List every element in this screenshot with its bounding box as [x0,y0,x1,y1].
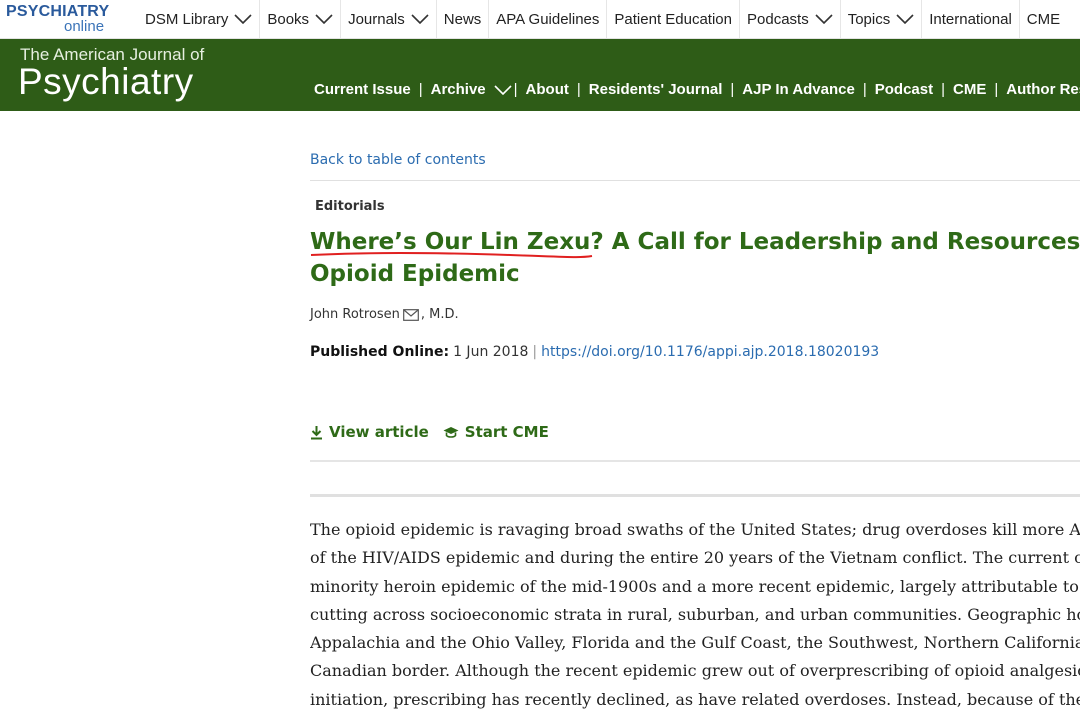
journal-header: The American Journal of Psychiatry Curre… [0,39,1080,111]
topnav-apa-guidelines[interactable]: APA Guidelines [488,0,606,38]
topnav-label: DSM Library [145,10,229,28]
article-title-line-2: Opioid Epidemic [310,261,520,287]
publication-info: Published Online: 1 Jun 2018 | https://d… [310,344,879,360]
journal-logo-title[interactable]: Psychiatry [18,61,194,103]
logo-sub-text: online [64,18,105,35]
divider [310,180,1080,181]
chevron-down-icon [234,14,252,24]
topnav-label: News [443,10,482,28]
topnav-label: APA Guidelines [496,10,600,28]
start-cme-button[interactable]: Start CME [443,423,549,441]
chevron-down-icon [494,84,512,95]
nav-separator: | [513,81,518,98]
envelope-icon[interactable] [403,308,419,321]
topnav-dsm-library[interactable]: DSM Library [138,0,259,38]
topnav-international[interactable]: International [921,0,1019,38]
jnav-podcast[interactable]: Podcast [875,81,933,98]
body-line: initiation, prescribing has recently dec… [310,689,1080,709]
author-degree: , M.D. [420,307,459,322]
nav-separator: | [418,81,423,98]
download-icon [311,425,322,439]
top-nav: DSM Library Books Journals News APA Guid… [138,0,1067,38]
body-line: Appalachia and the Ohio Valley, Florida … [310,633,1080,653]
view-article-label: View article [329,423,429,441]
topnav-label: CME [1026,10,1061,28]
published-date: 1 Jun 2018 [453,344,529,360]
topnav-patient-education[interactable]: Patient Education [606,0,739,38]
jnav-current-issue[interactable]: Current Issue [314,81,411,98]
author-name[interactable]: John Rotrosen [310,307,400,322]
topnav-label: Patient Education [614,10,732,28]
jnav-cme[interactable]: CME [953,81,986,98]
nav-separator: | [941,81,946,98]
topnav-label: Podcasts [747,10,809,28]
section-label: Editorials [315,199,385,214]
chevron-down-icon [896,14,914,24]
topnav-label: Books [267,10,310,28]
nav-separator: | [576,81,581,98]
body-line: Canadian border. Although the recent epi… [310,661,1080,681]
nav-separator: | [730,81,735,98]
jnav-archive[interactable]: Archive [431,81,512,98]
jnav-ajp-in-advance[interactable]: AJP In Advance [742,81,855,98]
body-line: minority heroin epidemic of the mid-1900… [310,576,1080,596]
article-actions: View article Start CME [310,423,563,441]
body-line: of the HIV/AIDS epidemic and during the … [310,548,1080,568]
nav-separator: | [994,81,999,98]
jnav-label: Archive [430,81,486,98]
jnav-about[interactable]: About [526,81,569,98]
topnav-topics[interactable]: Topics [839,0,922,38]
graduation-cap-icon [443,426,459,438]
psychiatry-online-logo[interactable]: PSYCHIATRY online [6,3,116,35]
doi-link[interactable]: https://doi.org/10.1176/appi.ajp.2018.18… [541,344,879,360]
jnav-residents-journal[interactable]: Residents' Journal [589,81,723,98]
jnav-author-resources[interactable]: Author Resources [1006,81,1080,98]
topnav-label: Topics [847,10,891,28]
site-topbar: PSYCHIATRY online DSM Library Books Jour… [0,0,1080,39]
divider [310,494,1080,497]
topnav-cme[interactable]: CME [1018,0,1067,38]
body-line: The opioid epidemic is ravaging broad sw… [310,520,1080,539]
red-handwritten-underline [310,252,593,259]
topnav-label: Journals [348,10,405,28]
published-label: Published Online: [310,344,450,360]
article-body: The opioid epidemic is ravaging broad sw… [310,516,1080,714]
nav-separator: | [862,81,867,98]
author-line: John Rotrosen , M.D. [310,307,459,322]
topnav-label: International [929,10,1012,28]
back-to-toc-link[interactable]: Back to table of contents [310,152,486,168]
view-article-button[interactable]: View article [310,423,429,441]
chevron-down-icon [411,14,429,24]
topnav-podcasts[interactable]: Podcasts [739,0,840,38]
body-line: cutting across socioeconomic strata in r… [310,604,1080,624]
topnav-books[interactable]: Books [259,0,340,38]
chevron-down-icon [815,14,833,24]
topnav-journals[interactable]: Journals [340,0,436,38]
journal-nav: Current Issue | Archive | About | Reside… [314,81,1080,98]
topnav-news[interactable]: News [435,0,489,38]
separator: | [532,344,538,360]
chevron-down-icon [315,14,333,24]
start-cme-label: Start CME [464,423,549,441]
divider [310,460,1080,462]
